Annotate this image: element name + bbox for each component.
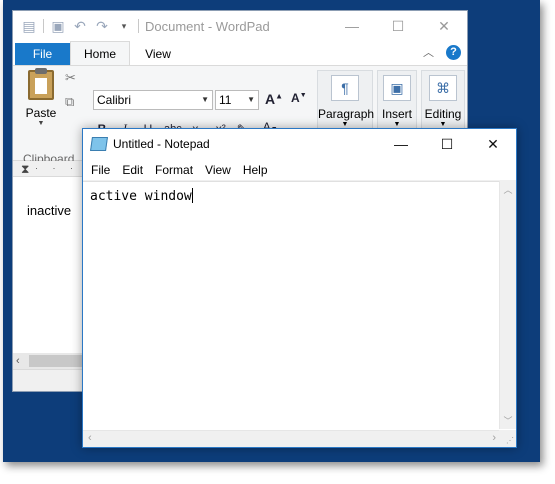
font-name-select[interactable]: Calibri ▼	[93, 90, 213, 110]
tab-view[interactable]: View	[130, 43, 186, 65]
wordpad-horizontal-scrollbar[interactable]: ‹	[13, 353, 85, 369]
minimize-button[interactable]: —	[378, 129, 424, 159]
notepad-window-controls: — ☐ ✕	[378, 129, 516, 159]
insert-dropdown-icon: ▼	[393, 121, 401, 128]
qat-separator	[43, 19, 44, 33]
menu-format[interactable]: Format	[149, 163, 199, 177]
menu-view[interactable]: View	[199, 163, 237, 177]
tab-home[interactable]: Home	[70, 41, 130, 65]
notepad-text-area[interactable]: active window	[83, 181, 501, 429]
paragraph-label: Paragraph	[318, 107, 375, 121]
notepad-app-icon	[90, 137, 108, 151]
copy-icon[interactable]: ⧉	[65, 94, 76, 110]
menu-help[interactable]: Help	[237, 163, 274, 177]
chevron-down-icon: ▼	[201, 95, 209, 104]
notepad-menu-bar: File Edit Format View Help	[83, 159, 516, 181]
notepad-horizontal-scrollbar[interactable]: ‹ ›	[83, 430, 501, 447]
text-caret	[191, 188, 193, 203]
chevron-down-icon: ▼	[247, 95, 255, 104]
editing-dropdown-icon: ▼	[439, 121, 447, 128]
minimize-button[interactable]: —	[329, 11, 375, 41]
clipboard-icon	[28, 68, 54, 100]
cut-copy-group: ✂ ⧉	[65, 70, 76, 110]
scroll-left-icon[interactable]: ‹	[16, 355, 20, 367]
collapse-ribbon-icon[interactable]: ︿	[423, 44, 434, 60]
editing-label: Editing	[424, 107, 462, 121]
close-button[interactable]: ✕	[470, 129, 516, 159]
save-icon[interactable]: ▣	[50, 18, 66, 34]
paste-label: Paste	[25, 106, 57, 120]
notepad-window[interactable]: Untitled - Notepad — ☐ ✕ File Edit Forma…	[82, 128, 517, 448]
scroll-up-icon[interactable]: ︿	[500, 183, 516, 196]
cut-icon[interactable]: ✂	[65, 70, 76, 86]
menu-edit[interactable]: Edit	[116, 163, 149, 177]
scroll-left-icon[interactable]: ‹	[88, 432, 92, 444]
paste-button[interactable]: Paste ▼	[19, 68, 63, 127]
ribbon-tabs: File Home View ︿ ?	[13, 41, 467, 65]
paragraph-dropdown-icon: ▼	[341, 121, 349, 128]
scroll-right-icon[interactable]: ›	[492, 432, 496, 444]
maximize-button[interactable]: ☐	[424, 129, 470, 159]
notepad-text-content: active window	[90, 188, 193, 204]
close-button[interactable]: ✕	[421, 11, 467, 41]
scroll-down-icon[interactable]: ﹀	[500, 414, 516, 427]
font-name-value: Calibri	[97, 93, 132, 107]
wordpad-title-bar[interactable]: ▤ ▣ ↶ ↷ ▾ Document - WordPad — ☐ ✕	[13, 11, 467, 41]
wordpad-document-text[interactable]: inactive	[27, 203, 71, 218]
shrink-font-icon[interactable]: A▼	[291, 91, 307, 107]
font-size-value: 11	[219, 93, 232, 107]
wordpad-title: Document - WordPad	[145, 19, 270, 34]
resize-grip-icon: ⋰	[506, 436, 514, 445]
wordpad-window-controls: — ☐ ✕	[329, 11, 467, 41]
wordpad-scroll-thumb[interactable]	[29, 355, 83, 367]
help-icon[interactable]: ?	[446, 44, 461, 60]
notepad-text: active window	[90, 189, 192, 204]
insert-picture-icon: ▣	[383, 75, 411, 101]
quick-access-toolbar: ▤ ▣ ↶ ↷ ▾	[21, 18, 139, 34]
font-size-select[interactable]: 11 ▼	[215, 90, 259, 110]
notepad-title-bar[interactable]: Untitled - Notepad — ☐ ✕	[83, 129, 516, 159]
paste-dropdown-icon: ▼	[37, 120, 45, 127]
notepad-title: Untitled - Notepad	[113, 137, 210, 151]
binoculars-icon: ⌘	[429, 75, 457, 101]
notepad-size-grip[interactable]: ⋰	[499, 430, 516, 447]
indent-marker-icon[interactable]: ⧗	[21, 162, 29, 177]
paragraph-icon: ¶	[331, 75, 359, 101]
undo-icon[interactable]: ↶	[72, 18, 88, 34]
wordpad-status-bar	[13, 369, 85, 391]
font-size-buttons: A▲ A▼	[265, 91, 307, 107]
maximize-button[interactable]: ☐	[375, 11, 421, 41]
insert-label: Insert	[381, 107, 412, 121]
menu-file[interactable]: File	[85, 163, 116, 177]
ribbon-tab-extras: ︿ ?	[423, 44, 461, 60]
grow-font-icon[interactable]: A▲	[265, 91, 283, 107]
customize-qat-icon[interactable]: ▾	[116, 18, 132, 34]
wordpad-app-icon: ▤	[22, 17, 36, 34]
redo-icon[interactable]: ↷	[94, 18, 110, 34]
qat-separator-2	[138, 19, 139, 33]
notepad-vertical-scrollbar[interactable]: ︿ ﹀	[499, 181, 516, 429]
tab-file[interactable]: File	[15, 43, 70, 65]
